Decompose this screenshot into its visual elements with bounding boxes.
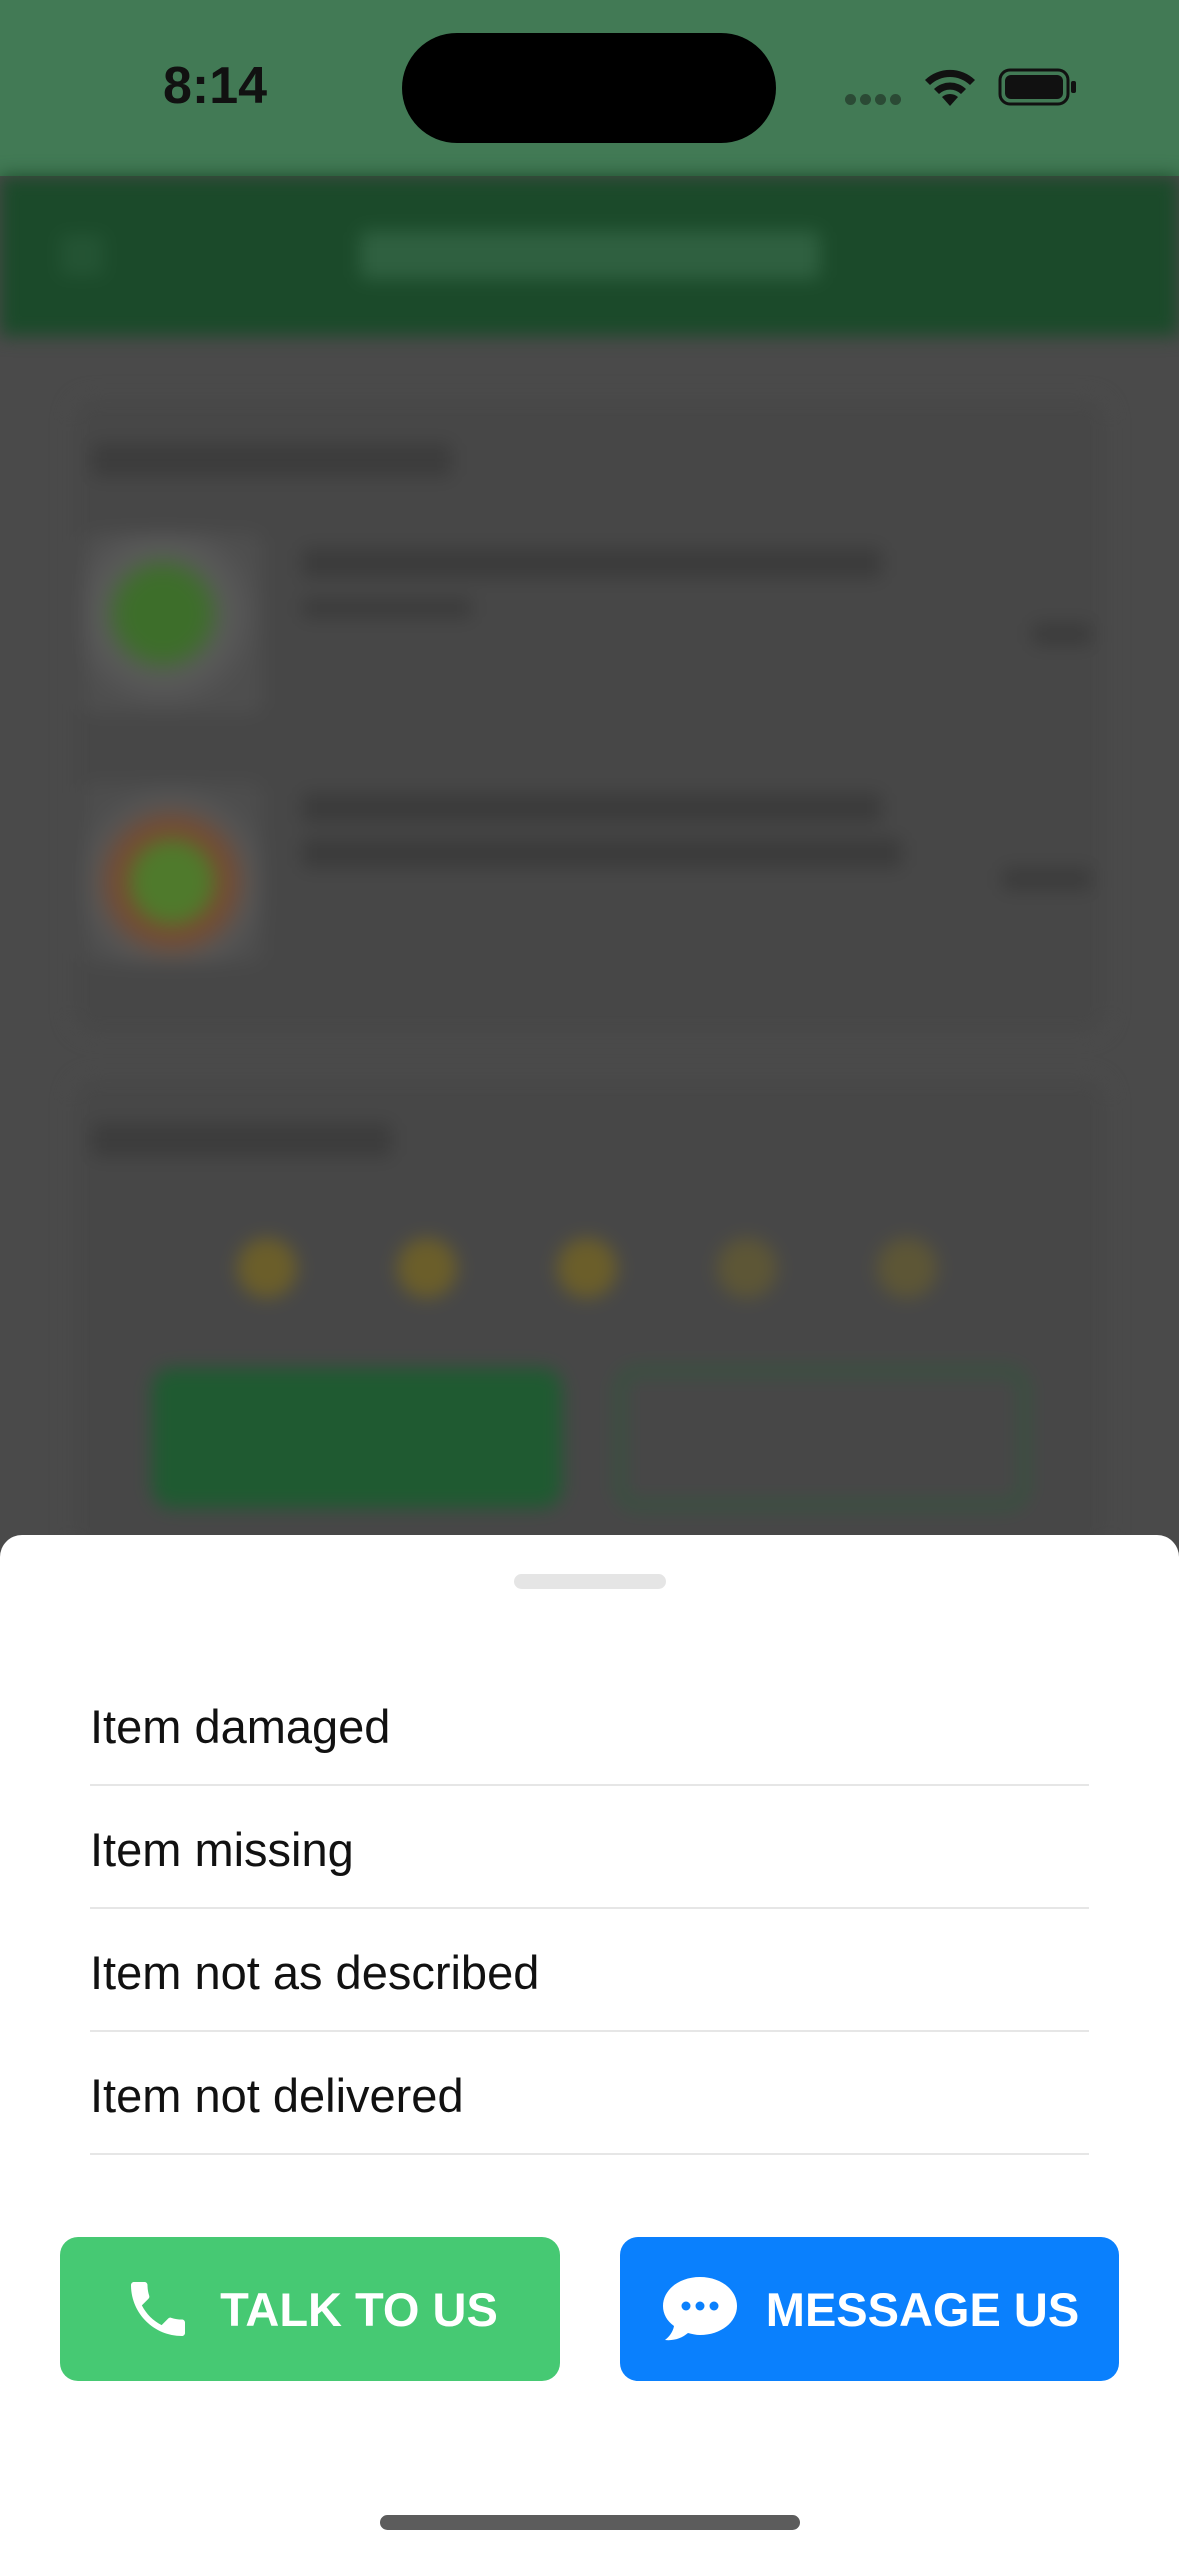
- product-name-blurred: [302, 838, 902, 868]
- app-header: [0, 176, 1179, 336]
- option-item-missing[interactable]: Item missing: [90, 1786, 1089, 1909]
- cellular-signal-icon: [845, 92, 905, 110]
- star-icon: [717, 1238, 777, 1298]
- product-price-blurred: [1032, 623, 1092, 645]
- talk-to-us-label: TALK TO US: [220, 2282, 498, 2336]
- background-button-blurred: [152, 1368, 562, 1508]
- background-button-blurred: [617, 1368, 1027, 1508]
- home-indicator[interactable]: [380, 2515, 800, 2530]
- header-title-blurred: [360, 231, 820, 279]
- star-icon: [397, 1238, 457, 1298]
- product-thumbnail: [82, 783, 262, 963]
- option-label: Item missing: [90, 1823, 354, 1876]
- card-title-blurred: [92, 443, 452, 477]
- background-app-blurred: [0, 176, 1179, 1556]
- option-label: Item damaged: [90, 1700, 391, 1753]
- product-name-blurred: [302, 548, 882, 578]
- option-label: Item not delivered: [90, 2069, 464, 2122]
- battery-icon: [998, 68, 1076, 106]
- message-us-label: MESSAGE US: [765, 2282, 1080, 2336]
- menu-icon: [60, 238, 104, 272]
- card-title-blurred: [92, 1123, 392, 1157]
- order-items-card: [70, 396, 1110, 1036]
- option-item-damaged[interactable]: Item damaged: [90, 1663, 1089, 1786]
- issue-options-list: Item damaged Item missing Item not as de…: [90, 1663, 1089, 2155]
- message-us-button[interactable]: MESSAGE US: [620, 2237, 1119, 2381]
- star-icon: [877, 1238, 937, 1298]
- product-name-blurred: [302, 793, 882, 823]
- product-thumbnail: [82, 533, 262, 713]
- rate-order-card: [70, 1076, 1110, 1556]
- talk-to-us-button[interactable]: TALK TO US: [60, 2237, 560, 2381]
- chat-bubble-icon: [662, 2277, 737, 2341]
- star-icon: [557, 1238, 617, 1298]
- product-price-blurred: [1002, 868, 1092, 890]
- star-icon: [237, 1238, 297, 1298]
- option-item-not-as-described[interactable]: Item not as described: [90, 1909, 1089, 2032]
- dynamic-island: [402, 33, 776, 143]
- status-time: 8:14: [163, 57, 268, 115]
- product-meta-blurred: [302, 598, 472, 618]
- sheet-grabber[interactable]: [514, 1574, 666, 1589]
- issue-bottom-sheet: Item damaged Item missing Item not as de…: [0, 1535, 1179, 2556]
- status-bar: 8:14: [0, 0, 1179, 176]
- wifi-icon: [925, 69, 975, 106]
- option-item-not-delivered[interactable]: Item not delivered: [90, 2032, 1089, 2155]
- phone-icon: [131, 2282, 186, 2336]
- option-label: Item not as described: [90, 1946, 540, 1999]
